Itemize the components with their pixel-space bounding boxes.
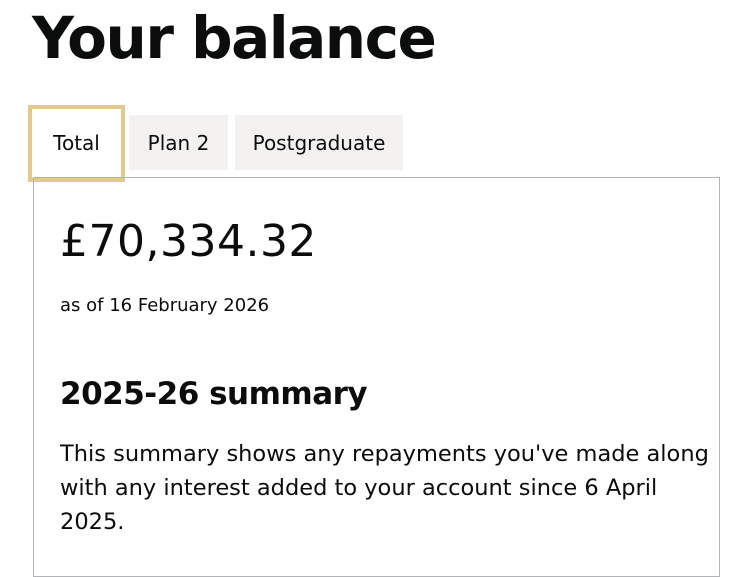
tab-total[interactable]: Total: [28, 105, 125, 182]
tab-postgraduate[interactable]: Postgraduate: [235, 115, 403, 170]
summary-description: This summary shows any repayments you've…: [60, 441, 709, 535]
tab-plan-2[interactable]: Plan 2: [129, 115, 228, 170]
balance-amount: £70,334.32: [60, 216, 317, 267]
page-title: Your balance: [32, 4, 437, 72]
summary-heading: 2025-26 summary: [60, 376, 368, 412]
balance-date: as of 16 February 2026: [60, 295, 270, 316]
